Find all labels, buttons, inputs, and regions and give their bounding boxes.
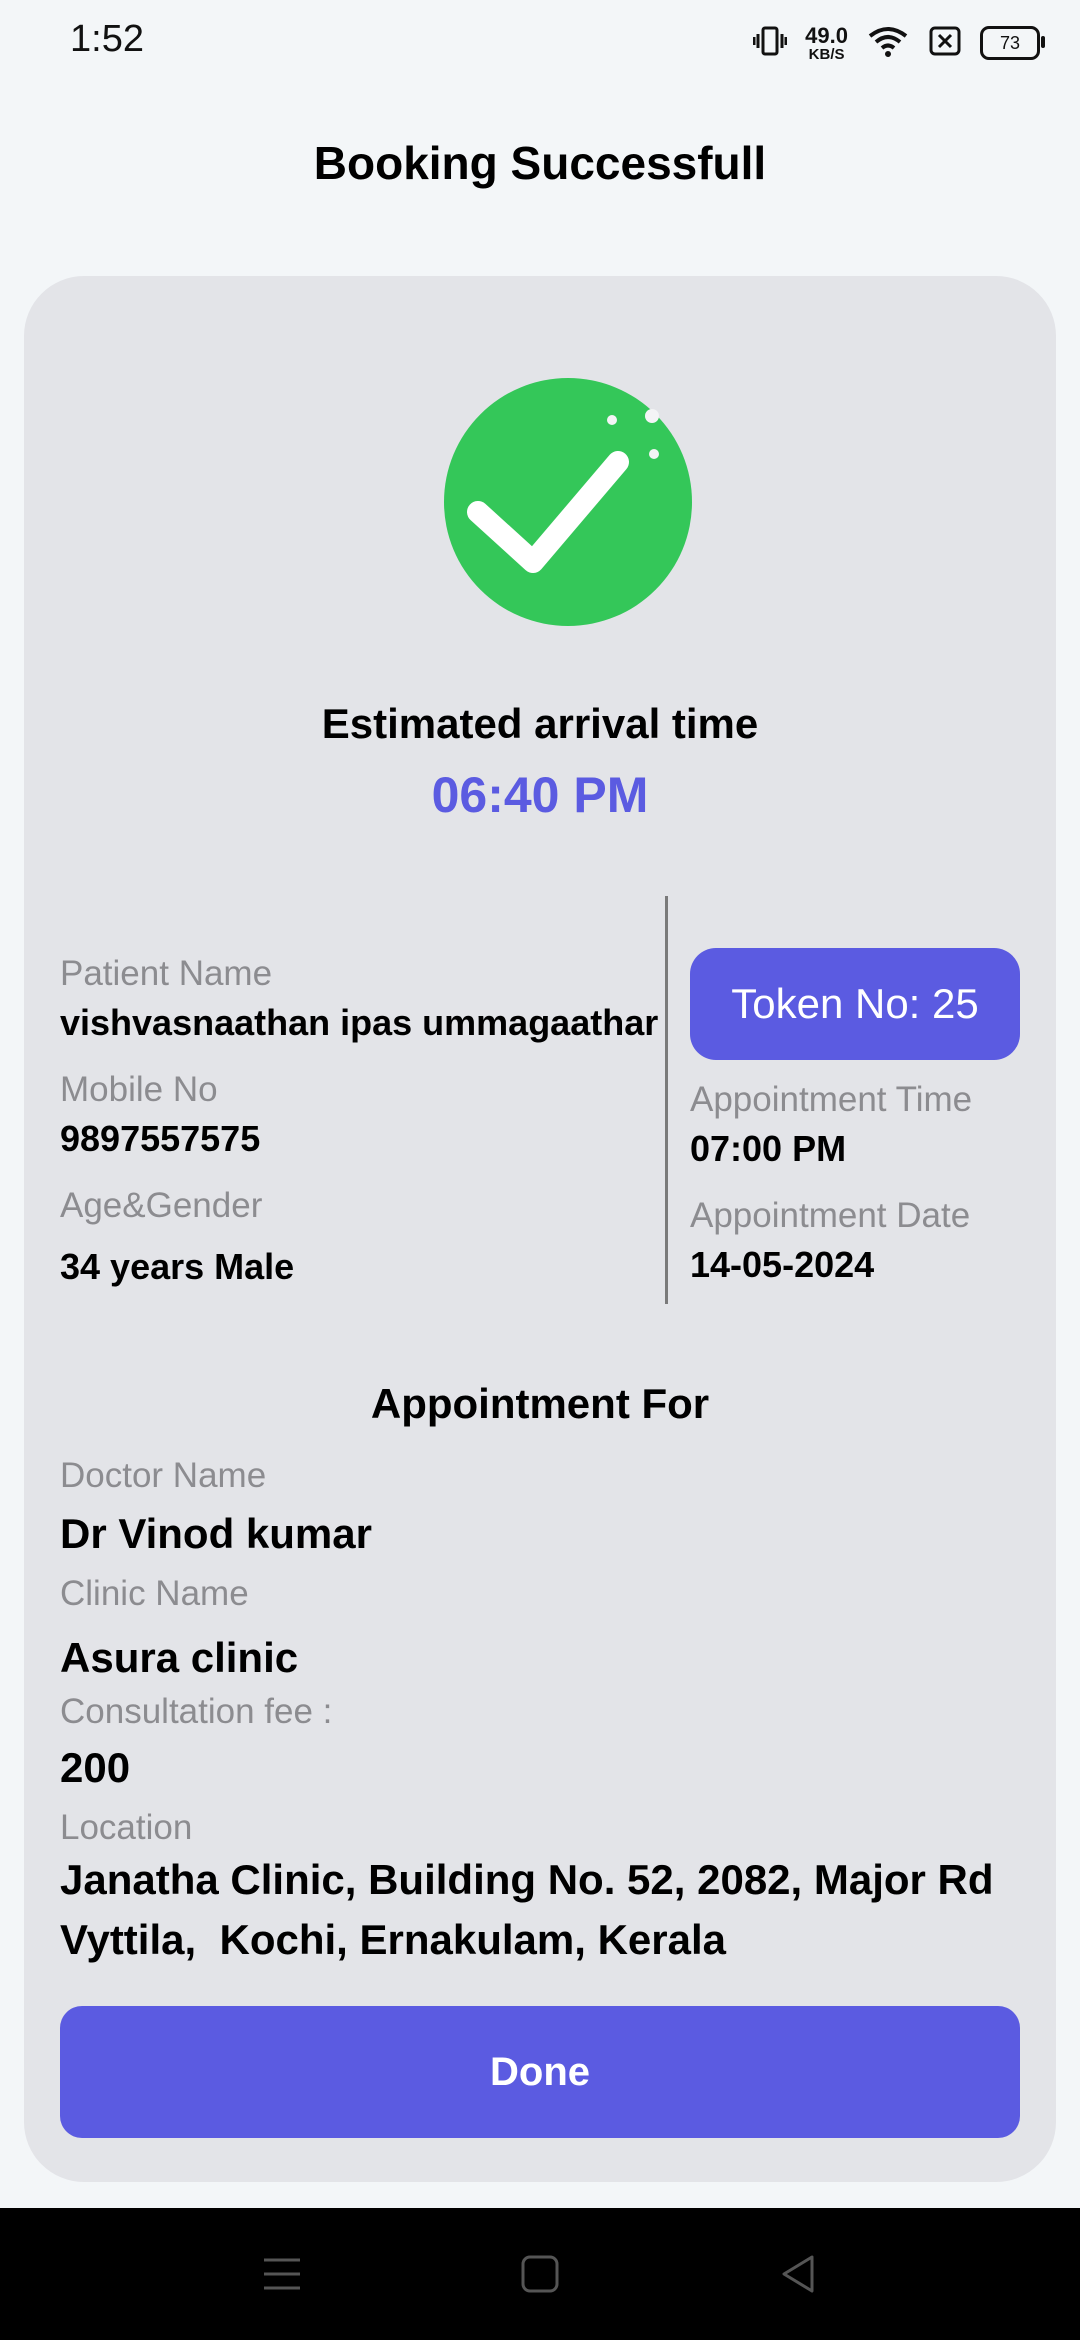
page-title: Booking Successfull [313, 137, 767, 189]
appointment-date: 14-05-2024 [690, 1244, 875, 1285]
location-line-1: Janatha Clinic, Building No. 52, 2082, M… [60, 1856, 994, 1903]
appointment-time: 07:00 PM [690, 1128, 847, 1169]
network-speed: 49.0 KB/S [805, 22, 848, 63]
consultation-fee-label: Consultation fee : [60, 1692, 333, 1731]
location-address: Janatha Clinic, Building No. 52, 2082, M… [60, 1850, 1020, 1970]
vibrate-icon [752, 24, 788, 63]
eta-label: Estimated arrival time [321, 700, 759, 747]
menu-icon[interactable] [260, 2252, 304, 2296]
system-nav-bar [0, 2208, 1080, 2340]
eta-value: 06:40 PM [431, 767, 649, 823]
mobile-label: Mobile No [60, 1070, 218, 1109]
back-icon[interactable] [776, 2252, 820, 2296]
age-gender: 34 years Male [60, 1246, 295, 1287]
done-button[interactable]: Done [60, 2006, 1020, 2138]
sim-off-icon [928, 25, 962, 62]
patient-name: vishvasnaathan ipas ummagaathar [60, 1002, 659, 1043]
wifi-icon [866, 24, 910, 63]
location-label: Location [60, 1808, 193, 1847]
age-gender-label: Age&Gender [60, 1186, 263, 1225]
home-icon[interactable] [518, 2252, 562, 2296]
location-line-2: Vyttila, Kochi, Ernakulam, Kerala [60, 1916, 727, 1963]
success-check-icon [418, 352, 718, 652]
patient-name-label: Patient Name [60, 954, 273, 993]
clinic-name: Asura clinic [60, 1634, 299, 1681]
doctor-name-label: Doctor Name [60, 1456, 267, 1495]
doctor-name: Dr Vinod kumar [60, 1510, 372, 1557]
consultation-fee: 200 [60, 1744, 131, 1791]
column-divider [665, 896, 668, 1304]
battery-level: 73 [999, 32, 1021, 53]
appointment-date-label: Appointment Date [690, 1196, 971, 1235]
status-icons: 49.0 KB/S 73 [752, 20, 1045, 66]
network-speed-unit: KB/S [808, 45, 845, 63]
appointment-for-title: Appointment For [370, 1380, 710, 1427]
status-bar: 1:52 49.0 KB/S 73 [0, 0, 1080, 84]
clinic-name-label: Clinic Name [60, 1574, 249, 1613]
battery-icon: 73 [980, 26, 1045, 60]
network-speed-value: 49.0 [805, 22, 848, 48]
appointment-time-label: Appointment Time [690, 1080, 973, 1119]
booking-summary-card: Estimated arrival time 06:40 PM Patient … [24, 276, 1056, 2182]
mobile-number: 9897557575 [60, 1118, 261, 1159]
status-time: 1:52 [70, 18, 144, 60]
token-badge: Token No: 25 [690, 948, 1020, 1060]
